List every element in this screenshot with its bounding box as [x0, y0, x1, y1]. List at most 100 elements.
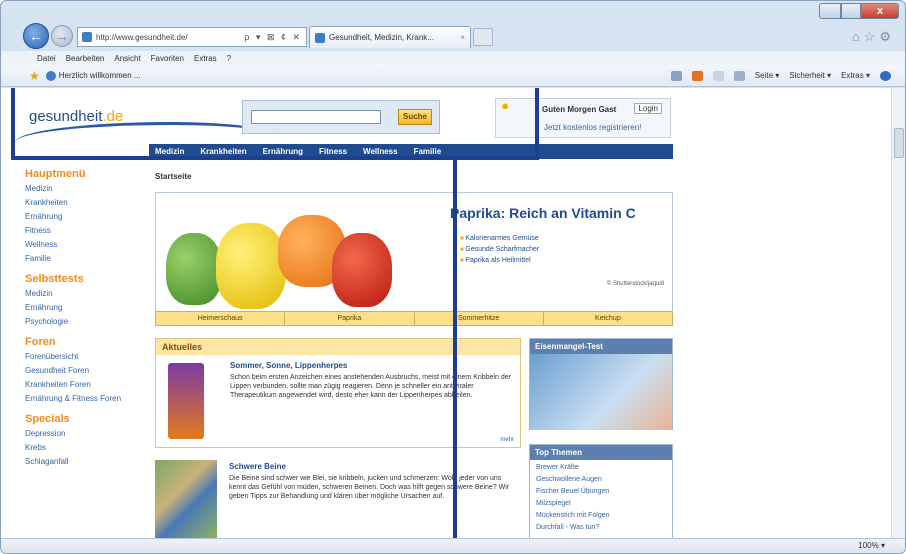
back-button[interactable]: ← — [23, 23, 49, 49]
hero-tab[interactable]: Paprika — [285, 312, 415, 325]
menu-bar: Datei Bearbeiten Ansicht Favoriten Extra… — [1, 51, 905, 65]
login-button[interactable]: Login — [634, 103, 662, 114]
favorite-link-label: Herzlich willkommen ... — [58, 71, 141, 80]
close-button[interactable]: x — [861, 3, 899, 19]
article-lippenherpes[interactable]: Sommer, Sonne, Lippenherpes Schon beim e… — [230, 361, 512, 400]
menu-bearbeiten[interactable]: Bearbeiten — [66, 54, 105, 63]
article-title[interactable]: Sommer, Sonne, Lippenherpes — [230, 361, 512, 370]
aktuelles-heading: Aktuelles — [156, 339, 520, 355]
tab-title: Gesundheit, Medizin, Krank... — [329, 33, 434, 42]
sidebar-item[interactable]: Krebs — [25, 443, 135, 452]
top-item[interactable]: Mückenstich mit Folgen — [530, 508, 672, 520]
menu-ansicht[interactable]: Ansicht — [114, 54, 140, 63]
security-menu[interactable]: Sicherheit ▾ — [789, 71, 831, 80]
sidebar-item[interactable]: Schlaganfall — [25, 457, 135, 466]
sidebar-item[interactable]: Medizin — [25, 184, 135, 193]
sidebar-item[interactable]: Gesundheit Foren — [25, 366, 135, 375]
vertical-scrollbar[interactable] — [891, 88, 905, 540]
top-heading: Top Themen — [530, 445, 672, 460]
menu-help[interactable]: ? — [227, 54, 231, 63]
sidebar-item[interactable]: Wellness — [25, 240, 135, 249]
highlight-frame — [11, 88, 539, 160]
sidebar-heading: Selbsttests — [25, 273, 84, 285]
status-bar: 100% ▾ — [1, 538, 905, 553]
register-link[interactable]: Jetzt kostenlos registrieren! — [544, 123, 641, 132]
home-icon[interactable] — [670, 70, 682, 81]
hero-tab[interactable]: Heimerschaus — [156, 312, 286, 325]
menu-favoriten[interactable]: Favoriten — [151, 54, 184, 63]
hero-bullet[interactable]: Paprika als Heilmittel — [460, 257, 539, 264]
browser-tab[interactable]: Gesundheit, Medizin, Krank... × — [309, 26, 471, 48]
sidebar-item[interactable]: Depression — [25, 429, 135, 438]
sidebar-heading: Specials — [25, 413, 70, 425]
article-text: Schon beim ersten Anzeichen eines ansteh… — [230, 374, 511, 399]
top-item[interactable]: Fischer Beuel Übungen — [530, 484, 672, 496]
more-link[interactable]: mehr — [500, 437, 514, 443]
favorite-link[interactable]: Herzlich willkommen ... — [45, 70, 141, 81]
mail-icon[interactable] — [712, 70, 724, 81]
zoom-level[interactable]: 100% — [858, 541, 878, 550]
feeds-icon[interactable] — [691, 70, 703, 81]
sidebar-item[interactable]: Familie — [25, 254, 135, 263]
favorites-star-icon[interactable]: ★ — [29, 69, 40, 83]
page-menu[interactable]: Seite ▾ — [755, 71, 779, 80]
sidebar-item[interactable]: Fitness — [25, 226, 135, 235]
top-item[interactable]: Brewer Kräfte — [530, 460, 672, 472]
menu-datei[interactable]: Datei — [37, 54, 56, 63]
top-item[interactable]: Milzspiegel — [530, 496, 672, 508]
sidebar-section-specials: Specials Depression Krebs Schlaganfall — [25, 413, 135, 466]
site-favicon-icon — [82, 32, 92, 42]
favorite-favicon-icon — [45, 70, 56, 81]
sidebar-item[interactable]: Ernährung & Fitness Foren — [25, 394, 135, 403]
tools-menu[interactable]: Extras ▾ — [841, 71, 870, 80]
tab-close-icon[interactable]: × — [460, 33, 465, 42]
maximize-button[interactable] — [841, 3, 861, 19]
sidebar-heading: Foren — [25, 336, 56, 348]
address-url[interactable]: http://www.gesundheit.de/ — [96, 33, 188, 42]
hero-tab[interactable]: Ketchup — [544, 312, 672, 325]
home-favorites-settings-icons[interactable]: ⌂☆⚙ — [852, 29, 895, 45]
top-item[interactable]: Durchfall - Was tun? — [530, 520, 672, 532]
sidebar-item[interactable]: Psychologie — [25, 317, 135, 326]
hero-title[interactable]: Paprika: Reich an Vitamin C — [450, 205, 636, 221]
minimize-button[interactable] — [819, 3, 841, 19]
help-icon[interactable] — [880, 70, 891, 81]
scrollbar-thumb[interactable] — [894, 128, 904, 158]
sidebar-item[interactable]: Ernährung — [25, 303, 135, 312]
command-buttons: Seite ▾ Sicherheit ▾ Extras ▾ — [670, 70, 905, 81]
print-icon[interactable] — [733, 70, 745, 81]
hero-bullet[interactable]: Kalorienarmes Gemüse — [460, 235, 539, 242]
sidebar-item[interactable]: Medizin — [25, 289, 135, 298]
tab-favicon-icon — [315, 32, 325, 43]
hero-teaser[interactable]: Paprika: Reich an Vitamin C Kalorienarme… — [155, 192, 673, 312]
sidebar-item[interactable]: Krankheiten — [25, 198, 135, 207]
hero-bullets: Kalorienarmes Gemüse Gesunde Scharfmache… — [460, 235, 539, 268]
test-image — [530, 354, 672, 430]
product-image — [168, 363, 204, 439]
sidebar-item[interactable]: Ernährung — [25, 212, 135, 221]
sidebar-section-selbsttests: Selbsttests Medizin Ernährung Psychologi… — [25, 273, 135, 326]
eisenmangel-test-box[interactable]: Eisenmangel-Test — [529, 338, 673, 430]
pepper-red-image — [332, 233, 392, 307]
article-schwere-beine[interactable]: Schwere Beine Die Beine sind schwer wie … — [229, 462, 519, 501]
sidebar-section-foren: Foren Forenübersicht Gesundheit Foren Kr… — [25, 336, 135, 403]
sidebar-item[interactable]: Krankheiten Foren — [25, 380, 135, 389]
top-item[interactable]: Geschwollene Augen — [530, 472, 672, 484]
sidebar-item[interactable]: Forenübersicht — [25, 352, 135, 361]
pepper-yellow-image — [216, 223, 286, 309]
new-tab-button[interactable] — [473, 28, 493, 46]
article-title[interactable]: Schwere Beine — [229, 462, 519, 471]
hero-bullet[interactable]: Gesunde Scharfmacher — [460, 246, 539, 253]
command-bar: ★ Herzlich willkommen ... Seite ▾ Sicher… — [1, 65, 905, 87]
hero-tab[interactable]: Sommerhitze — [415, 312, 544, 325]
hero-tabs: Heimerschaus Paprika Sommerhitze Ketchup — [155, 311, 673, 326]
sidebar-heading: Hauptmenü — [25, 168, 86, 180]
sidebar-section-hauptmenue: Hauptmenü Medizin Krankheiten Ernährung … — [25, 168, 135, 263]
article-image-hammock — [155, 460, 217, 538]
menu-extras[interactable]: Extras — [194, 54, 217, 63]
greeting-text: Guten Morgen Gast — [542, 105, 617, 114]
forward-button[interactable]: → — [51, 25, 73, 47]
pepper-green-image — [166, 233, 222, 305]
address-bar[interactable]: http://www.gesundheit.de/ ρ ▾ ⊠ ¢ ✕ — [77, 27, 307, 47]
address-controls[interactable]: ρ ▾ ⊠ ¢ ✕ — [244, 32, 306, 43]
